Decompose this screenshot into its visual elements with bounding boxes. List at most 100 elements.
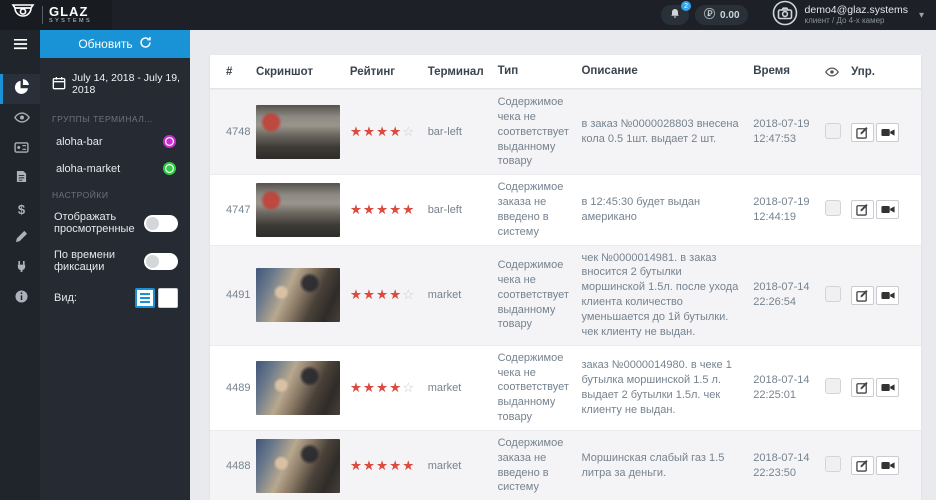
dome-camera-icon [10, 4, 36, 26]
setting-row: По времени фиксации [40, 242, 190, 280]
star-filled-icon[interactable]: ★ [389, 124, 402, 139]
row-time: 2018-07-1422:25:01 [753, 373, 825, 403]
video-button[interactable] [876, 456, 899, 475]
col-header-terminal: Терминал [428, 66, 498, 78]
menu-toggle-button[interactable] [0, 30, 40, 58]
terminal-group-item[interactable]: aloha-bar [40, 128, 190, 155]
star-filled-icon[interactable]: ★ [389, 287, 402, 302]
star-filled-icon[interactable]: ★ [376, 124, 389, 139]
star-empty-icon[interactable]: ☆ [402, 124, 415, 139]
row-time: 2018-07-1912:44:19 [753, 195, 825, 225]
star-empty-icon[interactable]: ☆ [402, 287, 415, 302]
table-row: 4489★★★★☆marketСодержимое чека не соотве… [210, 345, 921, 430]
star-empty-icon[interactable]: ☆ [402, 380, 415, 395]
settings-list: Отображать просмотренные По времени фикса… [40, 204, 190, 280]
star-filled-icon[interactable]: ★ [350, 202, 363, 217]
toggle-switch[interactable] [144, 253, 178, 270]
row-viewed-cell [825, 123, 851, 142]
star-filled-icon[interactable]: ★ [350, 124, 363, 139]
refresh-button[interactable]: Обновить [40, 30, 190, 58]
row-time: 2018-07-1422:23:50 [753, 451, 825, 481]
screenshot-thumbnail[interactable] [256, 268, 340, 322]
star-filled-icon[interactable]: ★ [402, 202, 415, 217]
row-rating[interactable]: ★★★★★ [350, 458, 428, 474]
star-filled-icon[interactable]: ★ [389, 380, 402, 395]
logo-text: GLAZ SYSTEMS [49, 5, 92, 25]
rail-item-events[interactable] [0, 104, 40, 134]
col-header-description: Описание [581, 64, 753, 80]
edit-button[interactable] [851, 200, 874, 219]
star-filled-icon[interactable]: ★ [363, 458, 376, 473]
row-terminal: bar-left [428, 126, 498, 138]
rail-item-billing[interactable]: $ [0, 194, 40, 224]
star-filled-icon[interactable]: ★ [363, 380, 376, 395]
row-thumbnail-cell [256, 361, 350, 415]
row-rating[interactable]: ★★★★☆ [350, 380, 428, 396]
screenshot-thumbnail[interactable] [256, 105, 340, 159]
edit-button[interactable] [851, 378, 874, 397]
balance-button[interactable]: 0.00 [695, 5, 747, 25]
rail-item-dashboard[interactable] [0, 74, 40, 104]
col-header-rating: Рейтинг [350, 66, 428, 78]
row-actions [851, 123, 905, 142]
edit-button[interactable] [851, 286, 874, 305]
star-filled-icon[interactable]: ★ [350, 287, 363, 302]
viewed-checkbox[interactable] [825, 286, 841, 302]
setting-label: Отображать просмотренные [54, 211, 144, 235]
row-rating[interactable]: ★★★★☆ [350, 124, 428, 140]
edit-button[interactable] [851, 123, 874, 142]
toggle-switch[interactable] [144, 215, 178, 232]
rail-item-reports[interactable] [0, 164, 40, 194]
date-range-picker[interactable]: July 14, 2018 - July 19, 2018 [40, 58, 190, 106]
ruble-icon [703, 7, 716, 23]
video-button[interactable] [876, 378, 899, 397]
star-filled-icon[interactable]: ★ [363, 202, 376, 217]
notifications-badge: 2 [681, 1, 691, 11]
view-list-button[interactable] [135, 288, 155, 308]
video-button[interactable] [876, 286, 899, 305]
edit-button[interactable] [851, 456, 874, 475]
star-filled-icon[interactable]: ★ [350, 380, 363, 395]
terminal-group-name: aloha-market [56, 163, 120, 175]
video-button[interactable] [876, 123, 899, 142]
viewed-checkbox[interactable] [825, 200, 841, 216]
star-filled-icon[interactable]: ★ [376, 287, 389, 302]
events-table: # Скриншот Рейтинг Терминал Тип Описание… [210, 55, 921, 500]
screenshot-thumbnail[interactable] [256, 183, 340, 237]
row-rating[interactable]: ★★★★★ [350, 202, 428, 218]
viewed-checkbox[interactable] [825, 378, 841, 394]
rail-item-edit[interactable] [0, 224, 40, 254]
star-filled-icon[interactable]: ★ [363, 287, 376, 302]
col-header-screenshot: Скриншот [256, 66, 350, 78]
star-filled-icon[interactable]: ★ [389, 202, 402, 217]
notifications-button[interactable]: 2 [661, 5, 689, 25]
star-filled-icon[interactable]: ★ [402, 458, 415, 473]
rail-item-info[interactable] [0, 284, 40, 314]
row-actions [851, 456, 905, 475]
top-bar: GLAZ SYSTEMS 2 0.00 [0, 0, 936, 30]
row-viewed-cell [825, 378, 851, 397]
rail-item-integrations[interactable] [0, 254, 40, 284]
terminal-group-item[interactable]: aloha-market [40, 155, 190, 182]
row-actions [851, 286, 905, 305]
screenshot-thumbnail[interactable] [256, 361, 340, 415]
row-description: в 12:45:30 будет выдан американо [581, 195, 753, 225]
row-viewed-cell [825, 200, 851, 219]
icon-rail: $ [0, 30, 40, 500]
star-filled-icon[interactable]: ★ [376, 458, 389, 473]
star-filled-icon[interactable]: ★ [389, 458, 402, 473]
main-content: # Скриншот Рейтинг Терминал Тип Описание… [190, 30, 936, 500]
star-filled-icon[interactable]: ★ [363, 124, 376, 139]
star-filled-icon[interactable]: ★ [376, 202, 389, 217]
star-filled-icon[interactable]: ★ [350, 458, 363, 473]
viewed-checkbox[interactable] [825, 456, 841, 472]
screenshot-thumbnail[interactable] [256, 439, 340, 493]
row-rating[interactable]: ★★★★☆ [350, 287, 428, 303]
viewed-checkbox[interactable] [825, 123, 841, 139]
view-grid-button[interactable] [158, 288, 178, 308]
row-id: 4489 [226, 382, 256, 394]
star-filled-icon[interactable]: ★ [376, 380, 389, 395]
rail-item-archive[interactable] [0, 134, 40, 164]
video-button[interactable] [876, 200, 899, 219]
user-menu[interactable]: demo4@glaz.systems клиент / До 4-х камер… [772, 0, 924, 31]
